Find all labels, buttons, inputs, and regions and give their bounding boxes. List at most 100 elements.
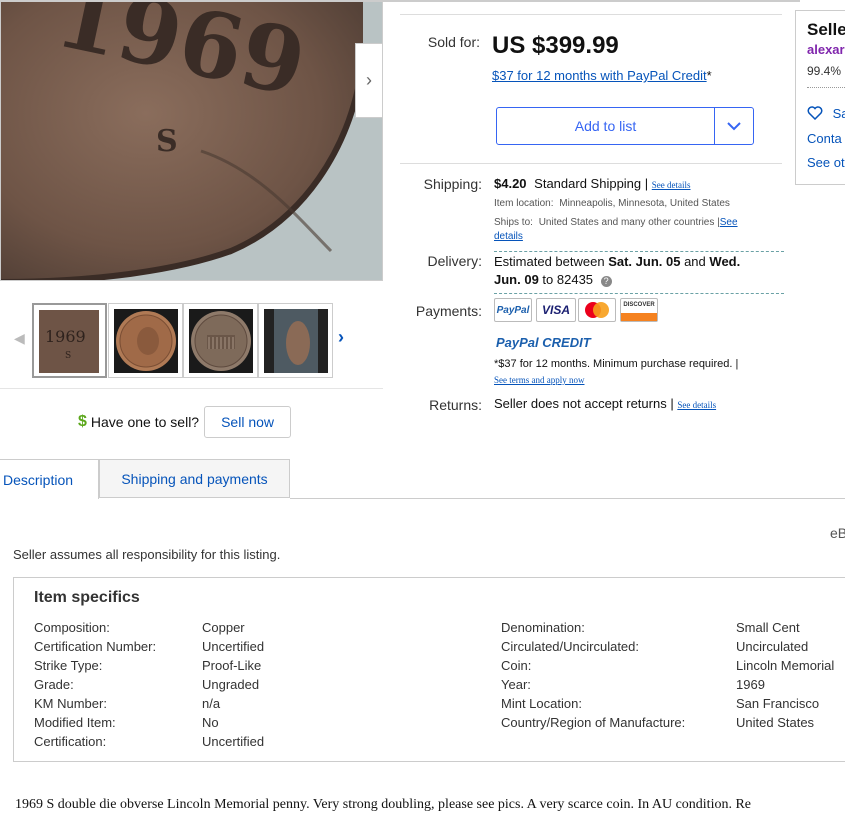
spec-value: San Francisco [736,696,820,711]
spec-label: Coin: [501,658,532,673]
item-location-value: Minneapolis, Minnesota, United States [559,198,730,209]
contact-seller-link[interactable]: Conta [807,131,842,146]
item-description-text: 1969 S double die obverse Lincoln Memori… [15,797,752,812]
sell-row: $ Have one to sell? Sell now [78,406,292,438]
spec-label: Strike Type: [34,658,103,673]
spec-value: Proof-Like [202,658,262,673]
spec-label: Mint Location: [501,696,582,711]
delivery-end-part2: Jun. 09 [494,272,539,287]
save-seller[interactable]: Sa [807,106,845,121]
thumbnail-2[interactable] [108,303,183,378]
spec-label: Denomination: [501,620,585,635]
shipping-label: Shipping: [423,176,482,192]
next-image-arrow-icon[interactable]: › [355,43,383,118]
thumbnail-reverse-image [189,309,253,373]
ships-to: Ships to: United States and many other c… [494,217,738,228]
item-location: Item location: Minneapolis, Minnesota, U… [494,198,730,209]
item-specifics-title: Item specifics [34,589,140,606]
spec-value: 1969 [736,677,765,692]
credit-note: *$37 for 12 months. Minimum purchase req… [494,358,739,370]
thumb-prev-arrow-icon[interactable]: ◀ [14,330,25,347]
paypal-credit-offer[interactable]: $37 for 12 months with PayPal Credit* [492,68,712,83]
spec-label: Circulated/Uncirculated: [501,639,640,654]
delivery-start: Sat. Jun. 05 [608,254,681,269]
heart-icon[interactable] [807,106,827,121]
paypal-offer-link[interactable]: $37 for 12 months with PayPal Credit [492,68,707,83]
thumbnail-3[interactable] [183,303,258,378]
delivery-to: to [542,272,554,287]
shipping-line: $4.20 Standard Shipping | See details [494,176,691,191]
spec-value: Small Cent [736,620,800,635]
discover-stripe [621,313,657,321]
thumb-year-text: 1969 [45,327,86,346]
info-icon[interactable]: ? [600,276,612,287]
shipping-see-details-link[interactable]: See details [652,180,691,190]
chevron-down-icon[interactable] [715,108,753,144]
seller-responsibility-text: Seller assumes all responsibility for th… [13,547,281,562]
ships-to-see-link[interactable]: See [720,217,738,228]
returns-text: Seller does not accept returns | [494,396,674,411]
spec-value: Uncertified [202,639,265,654]
add-to-list-control: Add to list [496,107,754,145]
ships-to-label: Ships to: [494,217,533,228]
mastercard-icon: mastercard [578,298,616,322]
returns-label: Returns: [429,397,482,413]
visa-icon: VISA [536,298,576,322]
delivery-end-part1: Wed. [709,254,741,269]
delivery-line-2: Jun. 09 to 82435 ? [494,272,612,287]
paypal-icon: PayPal [494,298,532,322]
spec-value: Copper [202,620,245,635]
spec-label: Modified Item: [34,715,116,730]
spec-value: n/a [202,696,221,711]
thumb-mint-text: S [65,351,71,361]
price: US $399.99 [492,32,619,59]
spec-label: KM Number: [34,696,107,711]
thumbnail-1[interactable]: 1969 S [32,303,107,378]
see-terms-link[interactable]: See terms and apply now [494,375,584,385]
paypal-credit-logo: PayPal CREDIT [496,335,591,350]
main-item-image[interactable]: 1969 S [0,0,383,281]
delivery-and: and [684,254,706,269]
thumbnail-closeup-image: 1969 S [39,310,99,373]
tab-description[interactable]: Description [0,459,99,499]
thumb-next-arrow-icon[interactable]: › [338,327,344,348]
spec-label: Certification Number: [34,639,157,654]
dotted-divider [494,251,784,252]
delivery-zip: 82435 [556,272,594,287]
seller-feedback: 99.4% [807,64,842,78]
spec-value: United States [736,715,815,730]
payments-label: Payments: [415,303,482,319]
spec-label: Certification: [34,734,107,749]
divider [400,163,782,164]
returns-line: Seller does not accept returns | See det… [494,396,716,411]
delivery-prefix: Estimated between [494,254,605,269]
dotted-divider [807,87,845,88]
tab-shipping-payments[interactable]: Shipping and payments [99,459,290,498]
divider [0,388,383,389]
spec-value: No [202,715,219,730]
sell-now-button[interactable]: Sell now [204,406,292,438]
dotted-divider [494,293,784,294]
spec-value: Uncirculated [736,639,809,654]
thumbnail-4[interactable] [258,303,333,378]
divider [400,14,782,15]
spec-value: Lincoln Memorial [736,658,835,673]
coin-closeup-image: 1969 S [1,1,382,280]
spec-label: Country/Region of Manufacture: [501,715,686,730]
spec-label: Grade: [34,677,74,692]
returns-see-details-link[interactable]: See details [677,400,716,410]
ships-to-details-link[interactable]: details [494,231,523,242]
discover-icon: DISCOVER [620,298,658,322]
svg-text:S: S [156,124,178,159]
see-other-items-link[interactable]: See ot [807,155,845,170]
shipping-cost: $4.20 [494,176,527,191]
tabs-divider [290,498,845,499]
delivery-line-1: Estimated between Sat. Jun. 05 and Wed. [494,254,740,269]
thumbnail-obverse-image [114,309,178,373]
seller-name-link[interactable]: alexar [807,42,845,57]
thumbnail-edge-image [264,309,328,373]
paypal-offer-asterisk: * [706,68,712,83]
ships-to-value: United States and many other countries | [538,217,720,228]
add-to-list-button[interactable]: Add to list [497,108,715,144]
save-seller-label[interactable]: Sa [833,106,845,121]
